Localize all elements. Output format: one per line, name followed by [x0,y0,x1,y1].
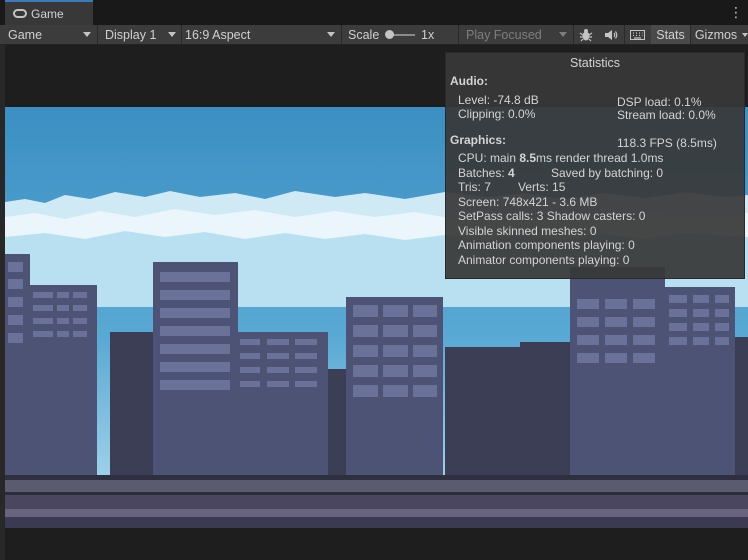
play-mode-dropdown[interactable]: Play Focused [460,25,572,44]
cpu-suffix: ms render thread 1.0ms [536,151,664,165]
view-mode-value: Game [8,27,43,42]
chevron-down-icon [83,32,91,37]
scale-value: 1x [421,27,435,42]
cpu-main-value: 8.5 [519,151,537,165]
game-toolbar: Game Display 1 16:9 Aspect Scale 1x Play… [0,25,748,45]
divider [97,25,98,44]
screen-info: Screen: 748x421 - 3.6 MB [458,195,598,209]
statistics-panel: Statistics Audio: Level: -74.8 dB DSP lo… [445,52,745,279]
stream-load: Stream load: 0.0% [617,108,716,122]
divider [458,25,459,44]
chevron-down-icon [327,32,335,37]
gamepad-icon [13,9,27,18]
display-value: Display 1 [105,27,157,42]
batches-value: 4 [508,166,515,180]
chevron-down-icon [741,32,748,37]
chevron-down-icon [559,32,567,37]
speaker-icon[interactable] [599,25,623,44]
aspect-value: 16:9 Aspect [185,27,251,42]
tab-label: Game [31,6,64,21]
graphics-header: Graphics: [450,133,507,147]
animator-components: Animator components playing: 0 [458,253,630,267]
audio-level: Level: -74.8 dB [458,93,539,107]
aspect-dropdown[interactable]: 16:9 Aspect [182,25,340,44]
animation-components: Animation components playing: 0 [458,238,635,252]
tab-game[interactable]: Game [5,0,93,25]
display-dropdown[interactable]: Display 1 [99,25,181,44]
gizmos-dropdown[interactable] [741,25,748,44]
play-mode-value: Play Focused [466,27,542,42]
tab-bar: Game ⋮ [0,0,748,25]
keyboard-icon[interactable] [625,25,650,44]
cpu-prefix: CPU: main [458,151,520,165]
stats-toggle[interactable]: Stats [651,25,690,44]
divider [341,25,342,44]
fps-readout: 118.3 FPS (8.5ms) [617,136,717,150]
tris-count: Tris: 7 [458,180,491,194]
scale-slider-handle[interactable] [385,30,394,39]
cpu-time: CPU: main 8.5ms render thread 1.0ms [458,151,663,166]
audio-header: Audio: [450,74,488,88]
saved-by-batching: Saved by batching: 0 [551,166,664,180]
gizmos-toggle[interactable]: Gizmos [691,25,741,44]
more-options-icon[interactable]: ⋮ [729,4,743,21]
verts-count: Verts: 15 [518,180,566,194]
batches-prefix: Batches: [458,166,509,180]
statistics-title: Statistics [569,56,620,70]
view-mode-dropdown[interactable]: Game [4,25,96,44]
scale-label: Scale [348,27,380,42]
bug-icon[interactable] [574,25,598,44]
visible-skinned-meshes: Visible skinned meshes: 0 [458,224,597,238]
setpass-calls: SetPass calls: 3 Shadow casters: 0 [458,209,646,223]
audio-clipping: Clipping: 0.0% [458,107,536,121]
batches: Batches: 4 [458,166,515,181]
chevron-down-icon [168,32,176,37]
